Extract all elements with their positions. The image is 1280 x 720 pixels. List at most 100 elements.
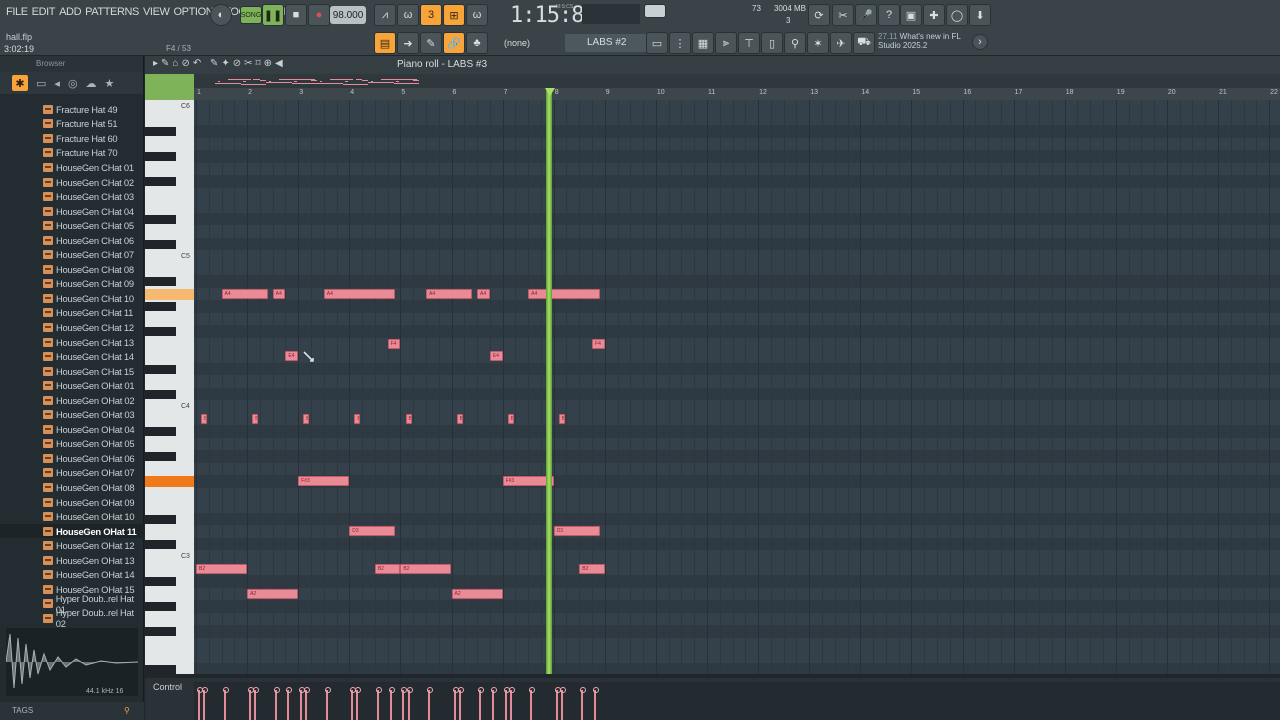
none-selector[interactable]: (none) bbox=[500, 34, 546, 52]
tempo-knob-icon[interactable]: ◐ bbox=[210, 4, 232, 26]
channel-rack-icon[interactable]: ⋮ bbox=[669, 32, 691, 54]
note-a4[interactable]: A4 bbox=[272, 288, 286, 299]
download-icon[interactable]: ⬇ bbox=[969, 4, 991, 26]
black-key[interactable] bbox=[145, 389, 176, 399]
piano-roll-view-icon[interactable]: ▦ bbox=[692, 32, 714, 54]
note-e4[interactable]: E4 bbox=[489, 351, 503, 361]
arrow-icon[interactable]: ➜ bbox=[397, 32, 419, 54]
browser-item[interactable]: HouseGen OHat 10 bbox=[0, 509, 144, 524]
browser-item[interactable]: HouseGen CHat 06 bbox=[0, 233, 144, 248]
note-b2[interactable]: B2 bbox=[374, 563, 401, 574]
cut-icon[interactable]: ✂ bbox=[832, 4, 854, 26]
note-b2[interactable]: B2 bbox=[196, 563, 248, 574]
browser-item[interactable]: HouseGen OHat 05 bbox=[0, 437, 144, 452]
browser-item[interactable]: HouseGen OHat 02 bbox=[0, 393, 144, 408]
browser-item[interactable]: Fracture Hat 70 bbox=[0, 146, 144, 161]
wait-input-icon[interactable]: ω bbox=[397, 4, 419, 26]
black-key[interactable] bbox=[145, 214, 176, 224]
velocity-stem[interactable] bbox=[286, 687, 293, 720]
time-ruler[interactable]: 1 2 3 4 5 6 7 8 9 10 11 12 13 14 15 16 17 18 19 20 21 22 bbox=[194, 88, 1280, 100]
browser-item[interactable]: HouseGen CHat 07 bbox=[0, 247, 144, 262]
browser-item[interactable]: HouseGen OHat 09 bbox=[0, 495, 144, 510]
browser-item[interactable]: Hyper Doub..rel Hat 02 bbox=[0, 607, 144, 629]
velocity-stem[interactable] bbox=[355, 687, 362, 720]
note-b3[interactable]: B3 bbox=[507, 413, 514, 424]
black-key[interactable] bbox=[145, 152, 176, 161]
metronome-icon[interactable]: ⩘ bbox=[374, 4, 396, 26]
active-key[interactable] bbox=[145, 288, 194, 300]
browser-item[interactable]: HouseGen OHat 01 bbox=[0, 378, 144, 393]
browser-item[interactable]: Fracture Hat 49 bbox=[0, 102, 144, 117]
black-key[interactable] bbox=[145, 452, 176, 461]
browser-item[interactable]: HouseGen CHat 04 bbox=[0, 204, 144, 219]
play-button[interactable]: ❚❚ bbox=[262, 4, 284, 26]
playhead-marker-icon[interactable] bbox=[545, 88, 555, 96]
velocity-stem[interactable] bbox=[273, 687, 280, 720]
note-f4[interactable]: F4 bbox=[387, 338, 401, 349]
browser-item[interactable]: HouseGen CHat 01 bbox=[0, 160, 144, 175]
browser-item[interactable]: HouseGen CHat 15 bbox=[0, 364, 144, 379]
velocity-stem[interactable] bbox=[375, 687, 382, 720]
black-key[interactable] bbox=[145, 239, 176, 249]
loop-record-icon[interactable]: ω bbox=[466, 4, 488, 26]
note-a4[interactable]: A4 bbox=[425, 288, 472, 299]
playlist-icon[interactable]: ▭ bbox=[646, 32, 668, 54]
note-a4[interactable]: A4 bbox=[528, 288, 600, 299]
pattern-selector[interactable]: LABS #2 bbox=[565, 34, 647, 52]
browser-item[interactable]: HouseGen OHat 06 bbox=[0, 451, 144, 466]
black-key[interactable] bbox=[145, 302, 176, 311]
folder-icon[interactable]: ▭ bbox=[36, 77, 46, 90]
velocity-stem[interactable] bbox=[580, 687, 587, 720]
piano-keyboard[interactable]: C6 C5 C4 C3 bbox=[145, 100, 194, 674]
note-b3[interactable]: B3 bbox=[354, 413, 361, 424]
velocity-stem[interactable] bbox=[406, 687, 413, 720]
note-d3[interactable]: D3 bbox=[553, 526, 600, 536]
step-edit-icon[interactable]: ⊞ bbox=[443, 4, 465, 26]
velocity-stem[interactable] bbox=[490, 687, 497, 720]
velocity-stem[interactable] bbox=[554, 687, 561, 720]
link-icon[interactable]: 🔗 bbox=[443, 32, 465, 54]
help-icon[interactable]: ? bbox=[878, 4, 900, 26]
browser-item[interactable]: HouseGen CHat 12 bbox=[0, 320, 144, 335]
note-a2[interactable]: A2 bbox=[247, 588, 299, 599]
black-key[interactable] bbox=[145, 364, 176, 374]
browser-item[interactable]: HouseGen CHat 09 bbox=[0, 277, 144, 292]
velocity-stem[interactable] bbox=[503, 687, 510, 720]
tree-icon[interactable]: ⊤ bbox=[738, 32, 760, 54]
note-e4[interactable]: E4 bbox=[285, 351, 299, 361]
browser-item[interactable]: HouseGen CHat 13 bbox=[0, 335, 144, 350]
velocity-stem[interactable] bbox=[253, 687, 260, 720]
news-arrow-icon[interactable]: › bbox=[972, 34, 988, 50]
velocity-stem[interactable] bbox=[426, 687, 433, 720]
star-icon[interactable]: ★ bbox=[105, 77, 115, 90]
browser-item[interactable]: HouseGen CHat 08 bbox=[0, 262, 144, 277]
black-key[interactable] bbox=[145, 177, 176, 186]
browser-item[interactable]: HouseGen CHat 03 bbox=[0, 189, 144, 204]
note-grid[interactable]: A4A4A4A4A4A4F4F4E4E4B3B3B3B3B3B3B3B3F#3F… bbox=[194, 100, 1280, 674]
black-key[interactable] bbox=[145, 602, 176, 611]
cart-icon[interactable]: ⛟ bbox=[853, 32, 875, 54]
velocity-stem[interactable] bbox=[457, 687, 464, 720]
note-b3[interactable]: B3 bbox=[201, 413, 208, 424]
browser-item[interactable]: HouseGen CHat 14 bbox=[0, 349, 144, 364]
note-f4[interactable]: F4 bbox=[592, 338, 605, 349]
velocity-stem[interactable] bbox=[478, 687, 485, 720]
note-b3[interactable]: B3 bbox=[252, 413, 259, 424]
note-a4[interactable]: A4 bbox=[221, 288, 268, 299]
velocity-area[interactable] bbox=[194, 682, 1280, 720]
black-key[interactable] bbox=[145, 539, 176, 549]
browser-item[interactable]: HouseGen OHat 14 bbox=[0, 568, 144, 583]
velocity-stem[interactable] bbox=[508, 687, 515, 720]
black-key[interactable] bbox=[145, 514, 176, 524]
note-b3[interactable]: B3 bbox=[558, 413, 565, 424]
browser-item[interactable]: HouseGen OHat 03 bbox=[0, 407, 144, 422]
velocity-stem[interactable] bbox=[304, 687, 311, 720]
note-b3[interactable]: B3 bbox=[405, 413, 412, 424]
note-a2[interactable]: A2 bbox=[451, 588, 503, 599]
bird-icon[interactable]: ✈ bbox=[830, 32, 852, 54]
search-icon[interactable]: ⚲ bbox=[124, 702, 130, 720]
pencil-icon[interactable]: ✎ bbox=[420, 32, 442, 54]
note-a4[interactable]: A4 bbox=[323, 288, 396, 299]
piano-roll-tools-icon[interactable]: ▸✎⌂⊘↶ ✎✦⊘✂⌑⊕◀ bbox=[153, 58, 286, 69]
black-key[interactable] bbox=[145, 577, 176, 586]
